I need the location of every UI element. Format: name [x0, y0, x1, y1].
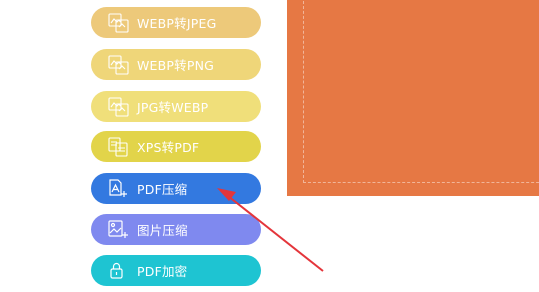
file-drop-area[interactable] [287, 0, 539, 196]
drop-area-dashed-border [303, 0, 539, 183]
pdf-compress-button[interactable]: PDF压缩 [91, 173, 261, 204]
pdf-encrypt-label: PDF加密 [137, 264, 188, 279]
webp-to-png-button[interactable]: WEBP转PNG [91, 49, 261, 80]
pdf-encrypt-button[interactable]: PDF加密 [91, 255, 261, 286]
pdf-compress-icon [108, 178, 132, 199]
image-compress-label: 图片压缩 [137, 223, 188, 238]
image-convert-icon [108, 12, 132, 33]
pdf-compress-label: PDF压缩 [137, 182, 188, 197]
webp-to-jpeg-label: WEBP转JPEG [137, 16, 217, 31]
webp-to-jpeg-button[interactable]: WEBP转JPEG [91, 7, 261, 38]
document-convert-icon [108, 136, 132, 157]
webp-to-png-label: WEBP转PNG [137, 58, 215, 73]
jpg-to-webp-label: JPG转WEBP [137, 100, 209, 115]
image-compress-icon [108, 219, 132, 240]
image-convert-icon [108, 54, 132, 75]
xps-to-pdf-button[interactable]: XPS转PDF [91, 131, 261, 162]
lock-icon [108, 261, 132, 281]
image-convert-icon [108, 96, 132, 117]
xps-to-pdf-label: XPS转PDF [137, 140, 200, 155]
image-compress-button[interactable]: 图片压缩 [91, 214, 261, 245]
jpg-to-webp-button[interactable]: JPG转WEBP [91, 91, 261, 122]
